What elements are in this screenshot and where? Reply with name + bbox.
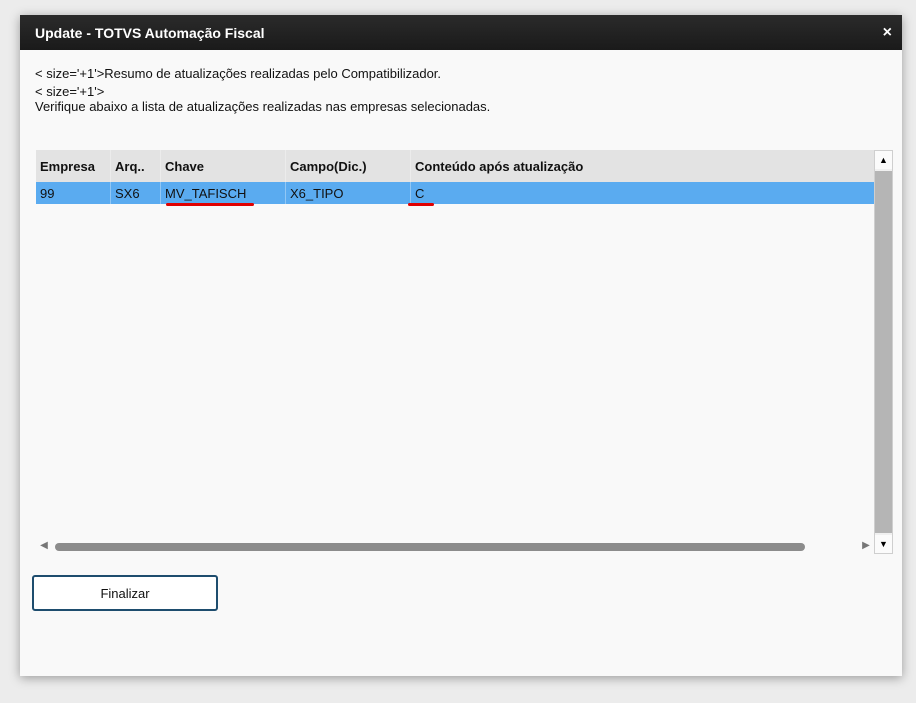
horizontal-scroll-thumb[interactable] <box>55 543 805 551</box>
window-title: Update - TOTVS Automação Fiscal <box>35 24 265 41</box>
horizontal-scrollbar[interactable]: ◀ ▶ <box>36 537 874 555</box>
table-row[interactable]: 99 SX6 MV_TAFISCH X6_TIPO C <box>36 182 874 204</box>
vertical-scrollbar[interactable]: ▲ ▼ <box>874 150 893 554</box>
cell-empresa: 99 <box>36 182 111 204</box>
scroll-right-icon[interactable]: ▶ <box>858 537 874 555</box>
cell-campo: X6_TIPO <box>286 182 411 204</box>
column-header-chave[interactable]: Chave <box>161 150 286 182</box>
column-header-empresa[interactable]: Empresa <box>36 150 111 182</box>
updates-table: Empresa Arq.. Chave Campo(Dic.) Conteúdo… <box>36 150 874 555</box>
cell-conteudo: C <box>415 185 425 201</box>
summary-line-3: Verifique abaixo a lista de atualizações… <box>35 99 491 114</box>
update-dialog: Update - TOTVS Automação Fiscal × < size… <box>20 15 902 676</box>
finalizar-button[interactable]: Finalizar <box>32 575 218 611</box>
column-header-campo[interactable]: Campo(Dic.) <box>286 150 411 182</box>
summary-messages: < size='+1'>Resumo de atualizações reali… <box>35 66 490 114</box>
vertical-scroll-thumb[interactable] <box>875 171 892 533</box>
title-bar: Update - TOTVS Automação Fiscal × <box>20 15 902 50</box>
scroll-down-icon[interactable]: ▼ <box>875 535 892 553</box>
summary-line-2: < size='+1'> <box>35 84 105 99</box>
cell-chave: MV_TAFISCH <box>161 182 286 204</box>
red-underline-chave <box>166 203 254 206</box>
red-underline-conteudo <box>408 203 434 206</box>
scroll-left-icon[interactable]: ◀ <box>36 537 52 555</box>
close-icon[interactable]: × <box>883 24 892 41</box>
column-header-conteudo[interactable]: Conteúdo após atualização <box>411 150 874 182</box>
column-header-arquivo[interactable]: Arq.. <box>111 150 161 182</box>
table-header: Empresa Arq.. Chave Campo(Dic.) Conteúdo… <box>36 150 874 182</box>
scroll-up-icon[interactable]: ▲ <box>875 151 892 169</box>
cell-arquivo: SX6 <box>111 182 161 204</box>
summary-line-1: < size='+1'>Resumo de atualizações reali… <box>35 66 442 81</box>
